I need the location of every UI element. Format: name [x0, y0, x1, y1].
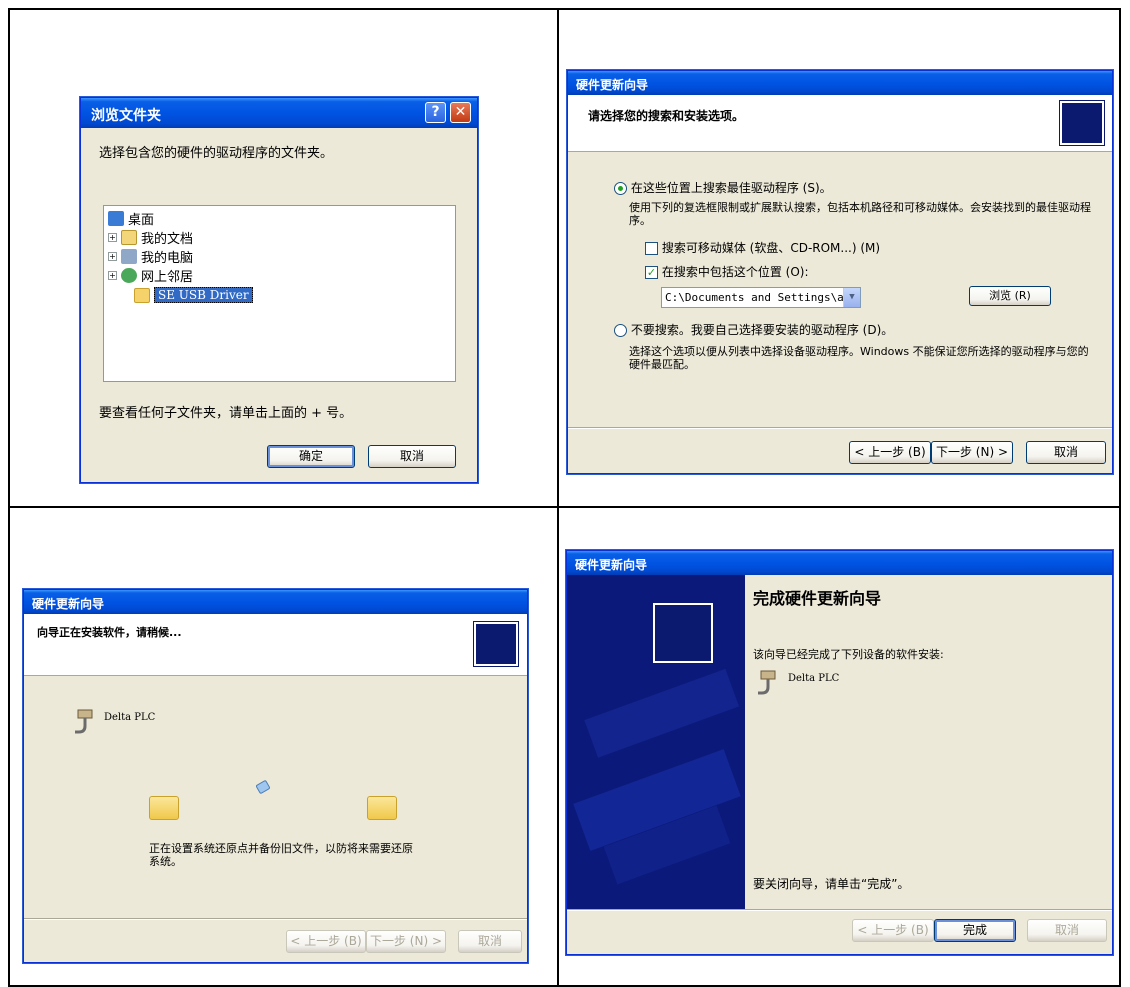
wizard-side-panel [567, 575, 745, 910]
complete-description: 该向导已经完成了下列设备的软件安装: [753, 648, 944, 661]
radio-search-best[interactable] [614, 182, 627, 195]
close-hint: 要关闭向导，请单击“完成”。 [753, 877, 910, 891]
option-search-best[interactable]: 在这些位置上搜索最佳驱动程序 (S)。 [614, 181, 832, 196]
back-button[interactable]: < 上一步 (B) [286, 930, 366, 953]
tree-item-se-usb-driver[interactable]: SE USB Driver [134, 287, 253, 303]
install-status: 正在设置系统还原点并备份旧文件，以防将来需要还原系统。 [149, 842, 413, 868]
network-icon [121, 267, 137, 283]
tree-item-network[interactable]: + 网上邻居 [108, 267, 194, 285]
tree-item-label: 我的文档 [141, 231, 194, 247]
browse-prompt: 选择包含您的硬件的驱动程序的文件夹。 [99, 146, 334, 161]
folder-open-icon [134, 287, 150, 303]
hardware-wizard-installing: 硬件更新向导 向导正在安装软件，请稍候... Delta PLC 正在设置系统还… [23, 589, 528, 963]
device-plug-icon [72, 708, 98, 738]
wizard2-footer-divider [24, 918, 527, 920]
tree-item-label: 桌面 [128, 212, 155, 228]
grid-divider-horizontal [10, 506, 1119, 508]
folder-destination-icon [367, 796, 397, 820]
browse-folder-dialog: 浏览文件夹 ? ✕ 选择包含您的硬件的驱动程序的文件夹。 桌面 + 我的文档 +… [80, 97, 478, 483]
wizard2-header: 向导正在安装软件，请稍候... [24, 614, 527, 676]
wizard2-title: 硬件更新向导 [32, 597, 105, 611]
browse-hint: 要查看任何子文件夹，请单击上面的 + 号。 [99, 406, 353, 421]
option-no-search[interactable]: 不要搜索。我要自己选择要安装的驱动程序 (D)。 [614, 323, 893, 338]
cancel-button[interactable]: 取消 [1027, 919, 1107, 942]
hardware-wizard-search-options: 硬件更新向导 请选择您的搜索和安装选项。 在这些位置上搜索最佳驱动程序 (S)。… [567, 70, 1113, 474]
browse-button[interactable]: 浏览 (R) [969, 286, 1051, 306]
option-no-search-desc: 选择这个选项以便从列表中选择设备驱动程序。Windows 不能保证您所选择的驱动… [629, 345, 1089, 371]
hardware-wizard-icon [1059, 100, 1105, 146]
help-button[interactable]: ? [425, 102, 446, 123]
wizard1-footer-divider [568, 427, 1112, 429]
my-computer-icon [121, 248, 137, 264]
wizard1-title: 硬件更新向导 [576, 78, 649, 92]
ok-button[interactable]: 确定 [267, 445, 355, 468]
cancel-button[interactable]: 取消 [368, 445, 456, 468]
expand-icon[interactable]: + [108, 232, 117, 242]
device-name: Delta PLC [788, 673, 840, 684]
hardware-wizard-icon [473, 621, 519, 667]
hardware-wizard-icon [652, 602, 714, 664]
dropdown-arrow-icon[interactable]: ▼ [843, 288, 860, 307]
back-button[interactable]: < 上一步 (B) [852, 919, 934, 942]
removable-media-checkbox[interactable] [645, 242, 658, 255]
next-button[interactable]: 下一步 (N) > [931, 441, 1013, 464]
flying-document-icon [255, 779, 271, 795]
expand-icon[interactable]: + [108, 251, 117, 261]
wizard3-title: 硬件更新向导 [575, 558, 648, 572]
browse-titlebar[interactable]: 浏览文件夹 ? ✕ [81, 98, 477, 128]
option-search-desc: 使用下列的复选框限制或扩展默认搜索，包括本机路径和可移动媒体。会安装找到的最佳驱… [629, 201, 1091, 227]
wizard1-header-title: 请选择您的搜索和安装选项。 [588, 109, 745, 123]
finish-button[interactable]: 完成 [934, 919, 1016, 942]
folder-tree[interactable]: 桌面 + 我的文档 + 我的电脑 + 网上邻居 SE USB Driver [103, 205, 456, 382]
cancel-button[interactable]: 取消 [1026, 441, 1106, 464]
wizard3-footer-divider [567, 909, 1112, 911]
device-name: Delta PLC [104, 712, 156, 723]
tree-item-my-computer[interactable]: + 我的电脑 [108, 248, 194, 266]
wizard1-header: 请选择您的搜索和安装选项。 [568, 95, 1112, 152]
checkbox-include-location[interactable]: ✓ 在搜索中包括这个位置 (O): [645, 265, 809, 280]
tree-item-label: 网上邻居 [141, 269, 194, 285]
radio-no-search[interactable] [614, 324, 627, 337]
location-path: C:\Documents and Settings\admin\桌面\SE US [665, 291, 860, 304]
wizard2-header-title: 向导正在安装软件，请稍候... [37, 626, 182, 639]
expand-icon[interactable]: + [108, 270, 117, 280]
tree-item-my-documents[interactable]: + 我的文档 [108, 229, 194, 247]
location-combo[interactable]: C:\Documents and Settings\admin\桌面\SE US… [661, 287, 861, 308]
desktop-icon [108, 210, 124, 226]
tree-item-label: SE USB Driver [154, 287, 253, 303]
back-button[interactable]: < 上一步 (B) [849, 441, 931, 464]
tree-item-label: 我的电脑 [141, 250, 194, 266]
browse-title: 浏览文件夹 [91, 108, 161, 124]
device-plug-icon [755, 669, 781, 699]
close-button[interactable]: ✕ [450, 102, 471, 123]
my-documents-icon [121, 229, 137, 245]
grid-divider-vertical [557, 10, 559, 985]
tree-item-desktop[interactable]: 桌面 [108, 210, 155, 228]
include-location-checkbox[interactable]: ✓ [645, 266, 658, 279]
checkbox-removable-media[interactable]: 搜索可移动媒体 (软盘、CD-ROM...) (M) [645, 241, 880, 256]
wizard1-titlebar[interactable]: 硬件更新向导 [568, 71, 1112, 95]
hardware-wizard-complete: 硬件更新向导 完成硬件更新向导 该向导已经完成了下列设备的软件安装: Delta… [566, 550, 1113, 955]
wizard2-titlebar[interactable]: 硬件更新向导 [24, 590, 527, 614]
cancel-button[interactable]: 取消 [458, 930, 522, 953]
folder-source-icon [149, 796, 179, 820]
wizard3-titlebar[interactable]: 硬件更新向导 [567, 551, 1112, 575]
complete-heading: 完成硬件更新向导 [753, 589, 882, 608]
next-button[interactable]: 下一步 (N) > [366, 930, 446, 953]
